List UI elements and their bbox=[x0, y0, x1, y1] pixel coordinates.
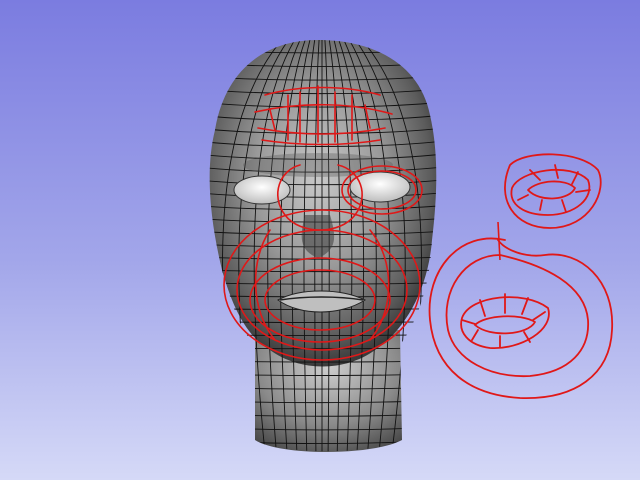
eye-loop-diagram bbox=[504, 153, 602, 229]
head-mesh[interactable] bbox=[180, 38, 460, 460]
head-surface bbox=[209, 40, 437, 367]
mouth-loop-diagram bbox=[428, 237, 613, 399]
3d-viewport[interactable] bbox=[0, 0, 640, 480]
